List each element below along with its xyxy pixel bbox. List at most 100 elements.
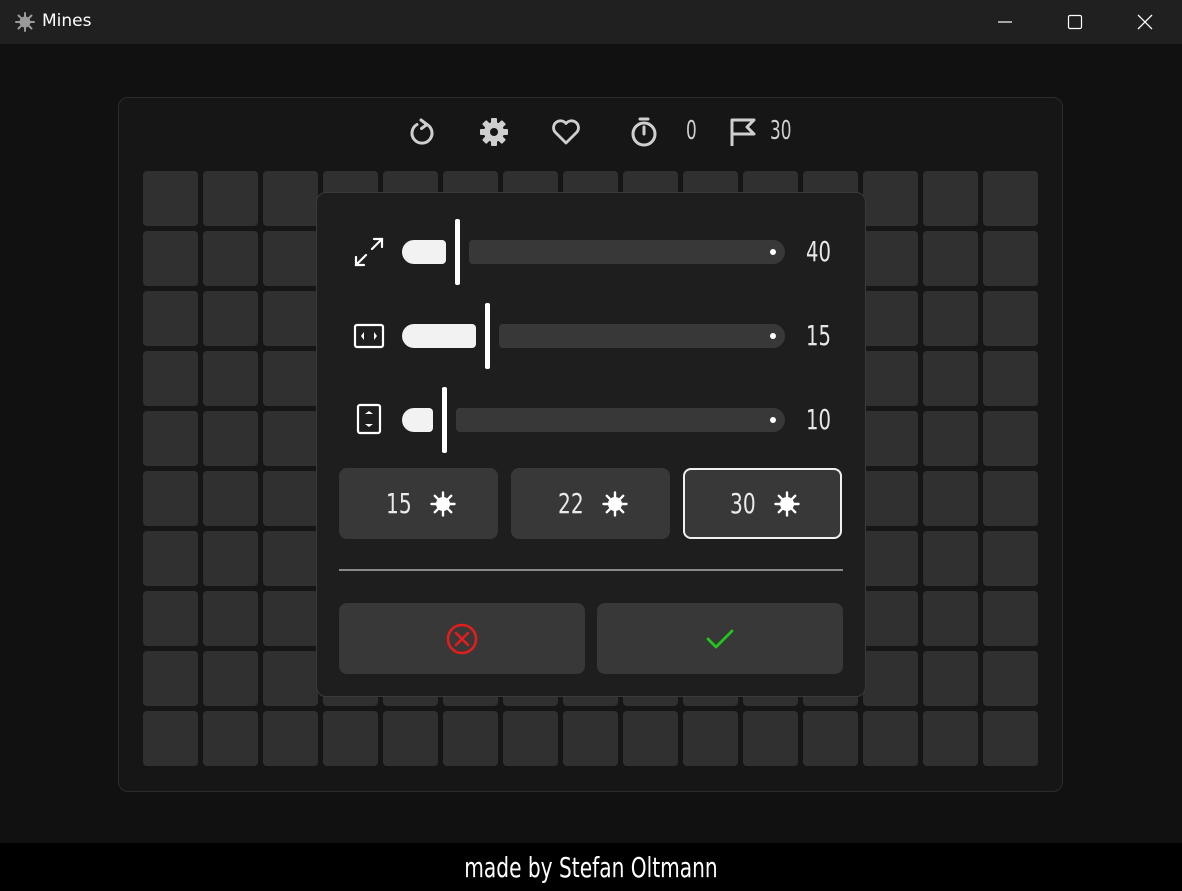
mine-cell[interactable] [983,651,1038,706]
mine-cell[interactable] [983,411,1038,466]
mine-cell[interactable] [203,531,258,586]
mine-cell[interactable] [143,231,198,286]
height-slider-track [456,408,785,432]
mine-cell[interactable] [863,711,918,766]
mine-cell[interactable] [203,591,258,646]
mine-icon [774,490,801,517]
size-slider-track [469,240,785,264]
preset-label: 15 [385,487,412,520]
mine-cell[interactable] [143,291,198,346]
mine-cell[interactable] [263,471,318,526]
mine-cell[interactable] [143,591,198,646]
mine-cell[interactable] [923,591,978,646]
mine-cell[interactable] [143,471,198,526]
mine-cell[interactable] [263,711,318,766]
heart-icon[interactable] [550,116,582,148]
mine-cell[interactable] [143,171,198,226]
width-slider-end-dot [770,333,776,339]
mine-cell[interactable] [203,711,258,766]
mine-cell[interactable] [923,471,978,526]
mine-cell[interactable] [383,711,438,766]
mine-cell[interactable] [983,171,1038,226]
mine-cell[interactable] [203,171,258,226]
height-slider-thumb[interactable] [442,387,447,453]
mine-cell[interactable] [263,411,318,466]
mine-cell[interactable] [863,651,918,706]
mine-cell[interactable] [983,291,1038,346]
mine-cell[interactable] [983,471,1038,526]
mine-cell[interactable] [203,411,258,466]
minimize-icon [998,21,1012,23]
preset-22-mines-button[interactable]: 22 [511,468,670,539]
size-slider-thumb[interactable] [455,219,460,285]
minimize-button[interactable] [970,0,1040,44]
mine-cell[interactable] [923,531,978,586]
footer-credit: made by Stefan Oltmann [464,850,718,884]
mine-cell[interactable] [983,531,1038,586]
mine-icon [602,490,629,517]
mine-cell[interactable] [263,531,318,586]
mine-cell[interactable] [323,711,378,766]
mine-cell[interactable] [923,231,978,286]
mine-cell[interactable] [863,171,918,226]
restart-icon[interactable] [406,116,438,148]
mine-cell[interactable] [863,411,918,466]
mine-cell[interactable] [143,531,198,586]
mine-cell[interactable] [263,591,318,646]
mine-cell[interactable] [443,711,498,766]
height-icon [356,403,382,435]
mine-cell[interactable] [143,411,198,466]
title-bar: Mines [0,0,1182,44]
mine-cell[interactable] [263,351,318,406]
mine-cell[interactable] [263,231,318,286]
preset-30-mines-button[interactable]: 30 [683,468,842,539]
mine-cell[interactable] [983,231,1038,286]
mine-cell[interactable] [923,291,978,346]
expand-icon [354,237,384,267]
mine-cell[interactable] [263,651,318,706]
mine-cell[interactable] [983,351,1038,406]
mine-cell[interactable] [863,471,918,526]
mine-cell[interactable] [683,711,738,766]
cancel-button[interactable] [339,603,585,674]
mine-cell[interactable] [203,471,258,526]
settings-gear-icon[interactable] [478,116,510,148]
mine-cell[interactable] [563,711,618,766]
mine-cell[interactable] [143,711,198,766]
flag-icon [730,118,756,146]
confirm-button[interactable] [597,603,843,674]
mine-cell[interactable] [863,351,918,406]
mine-cell[interactable] [983,591,1038,646]
mine-cell[interactable] [863,291,918,346]
mine-cell[interactable] [203,651,258,706]
mine-cell[interactable] [863,591,918,646]
mine-cell[interactable] [923,651,978,706]
mine-cell[interactable] [263,291,318,346]
mine-cell[interactable] [923,411,978,466]
mine-cell[interactable] [863,531,918,586]
mine-cell[interactable] [503,711,558,766]
mine-cell[interactable] [203,231,258,286]
width-slider-thumb[interactable] [485,303,490,369]
close-button[interactable] [1110,0,1180,44]
checkmark-icon [706,629,734,648]
mine-cell[interactable] [143,651,198,706]
mine-cell[interactable] [203,291,258,346]
mine-cell[interactable] [923,711,978,766]
mine-cell[interactable] [983,711,1038,766]
preset-15-mines-button[interactable]: 15 [339,468,498,539]
mine-cell[interactable] [923,351,978,406]
footer: made by Stefan Oltmann [0,843,1182,891]
mine-cell[interactable] [623,711,678,766]
mine-cell[interactable] [863,231,918,286]
width-value: 15 [806,319,831,352]
mine-cell[interactable] [803,711,858,766]
preset-label: 22 [557,487,584,520]
mine-cell[interactable] [203,351,258,406]
mine-cell[interactable] [923,171,978,226]
mine-cell[interactable] [143,351,198,406]
mine-cell[interactable] [263,171,318,226]
maximize-button[interactable] [1040,0,1110,44]
mine-cell[interactable] [743,711,798,766]
mine-icon [430,490,457,517]
